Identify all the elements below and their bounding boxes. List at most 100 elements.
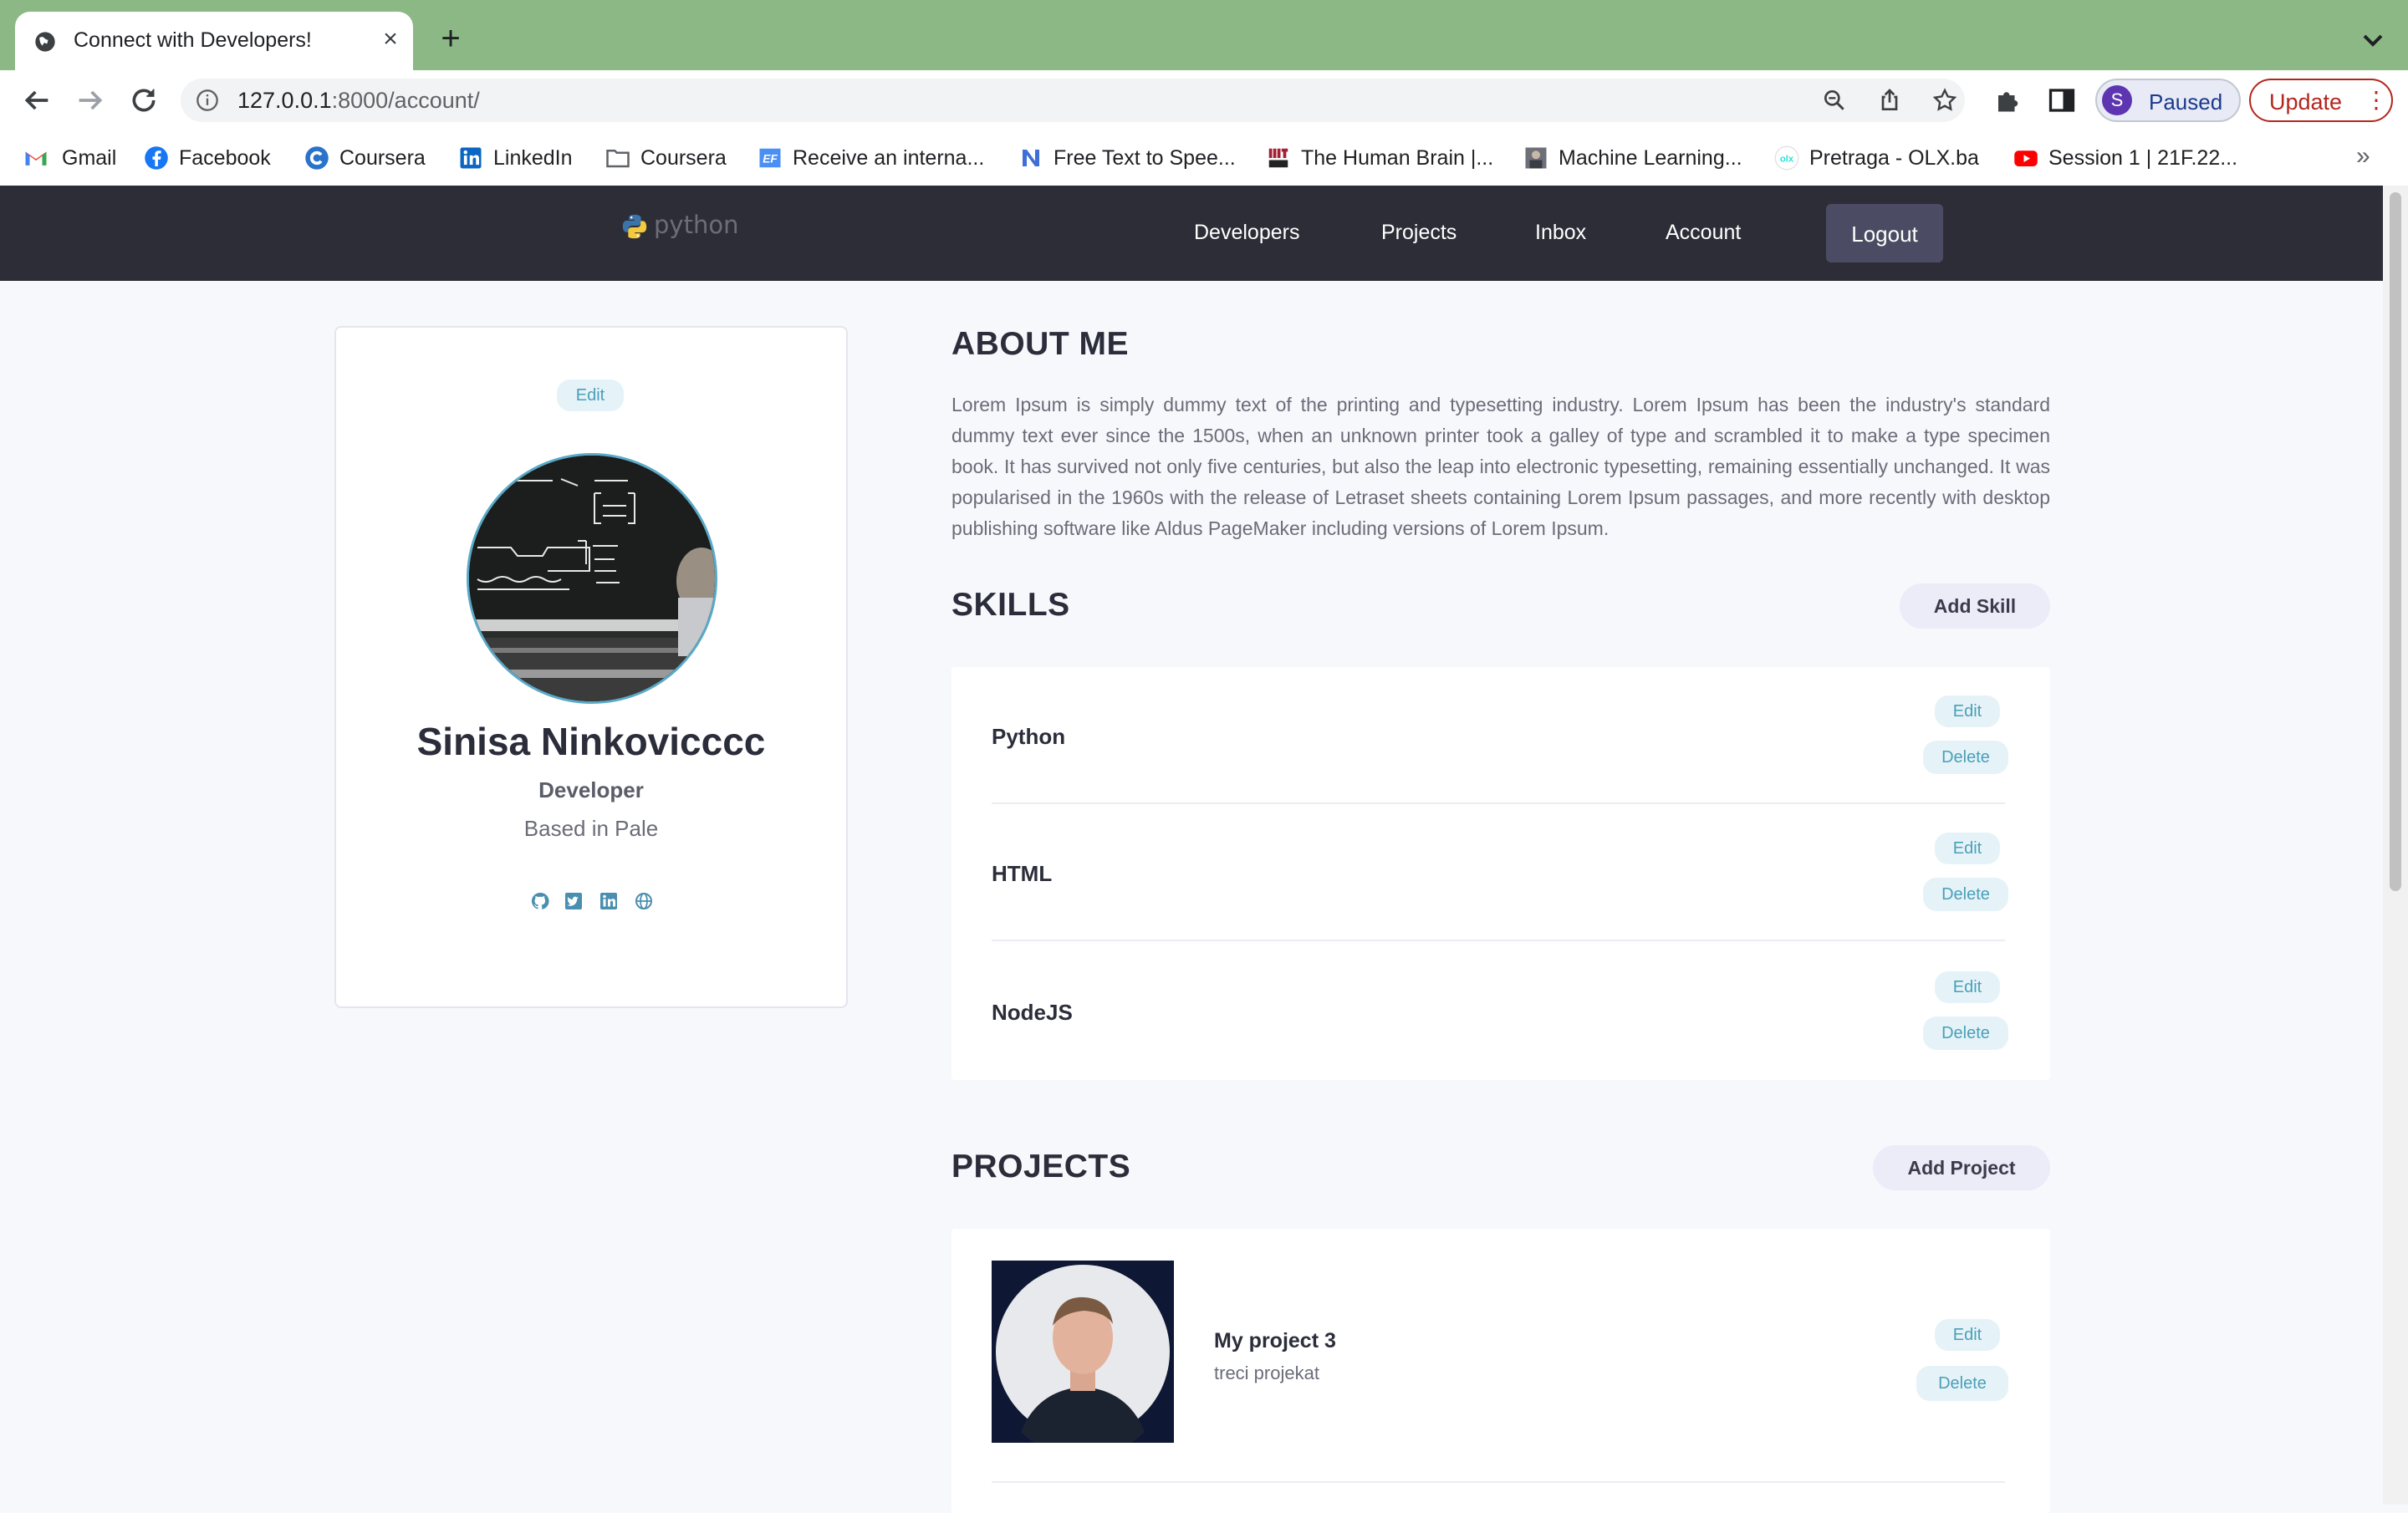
bookmark-label: LinkedIn xyxy=(493,146,573,170)
edit-skill-button[interactable]: Edit xyxy=(1935,833,2000,864)
thumbnail-icon xyxy=(1525,147,1547,169)
bookmark-label: Session 1 | 21F.22... xyxy=(2048,146,2238,170)
bookmark-label: Coursera xyxy=(640,146,727,170)
chevron-down-icon[interactable] xyxy=(2356,23,2390,57)
browser-tab-strip: Connect with Developers! × + xyxy=(0,0,2408,70)
profile-button[interactable]: S Paused xyxy=(2095,79,2241,122)
projects-panel: My project 3 treci projekat Edit Delete xyxy=(951,1229,2050,1513)
scrollbar-thumb[interactable] xyxy=(2390,192,2401,891)
more-bookmarks-icon[interactable]: » xyxy=(2356,142,2370,171)
edit-profile-button[interactable]: Edit xyxy=(557,380,624,411)
new-tab-icon[interactable]: + xyxy=(433,22,468,57)
gmail-icon xyxy=(25,151,47,166)
about-text: Lorem Ipsum is simply dummy text of the … xyxy=(951,394,2050,539)
page-scrollbar[interactable] xyxy=(2383,186,2408,1505)
about-heading: ABOUT ME xyxy=(951,326,1129,362)
delete-skill-button[interactable]: Delete xyxy=(1923,741,2008,774)
kebab-menu-icon[interactable]: ⋮ xyxy=(2365,87,2388,114)
browser-tab[interactable]: Connect with Developers! × xyxy=(15,12,413,70)
website-icon[interactable] xyxy=(634,891,654,911)
youtube-icon xyxy=(2014,150,2038,166)
reload-icon[interactable] xyxy=(127,84,161,117)
folder-icon xyxy=(606,150,630,168)
add-skill-button[interactable]: Add Skill xyxy=(1900,583,2050,629)
update-label: Update xyxy=(2269,89,2343,115)
mit-ocw-icon xyxy=(1268,147,1289,169)
profile-role: Developer xyxy=(538,777,644,802)
skill-name: Python xyxy=(992,724,1066,749)
profile-photo xyxy=(469,456,715,701)
project-description: treci projekat xyxy=(1214,1363,1319,1383)
url-path: :8000/account/ xyxy=(331,88,480,113)
avatar: S xyxy=(2102,85,2132,115)
divider xyxy=(992,802,2005,804)
linkedin-icon[interactable] xyxy=(599,891,619,911)
divider xyxy=(992,940,2005,941)
back-icon[interactable] xyxy=(20,84,54,117)
coursera-icon xyxy=(305,146,329,170)
browser-toolbar: 127.0.0.1:8000/account/ S Paused Update … xyxy=(0,70,2408,130)
edit-skill-button[interactable]: Edit xyxy=(1935,695,2000,727)
logout-button[interactable]: Logout xyxy=(1826,204,1943,262)
projects-heading: PROJECTS xyxy=(951,1149,1131,1184)
profile-name: Sinisa Ninkovicccc xyxy=(416,720,766,763)
update-button[interactable]: Update ⋮ xyxy=(2249,79,2393,122)
ef-icon: EF xyxy=(759,148,781,168)
linkedin-icon xyxy=(460,147,482,169)
bookmark-label: Receive an interna... xyxy=(793,146,985,170)
nav-inbox[interactable]: Inbox xyxy=(1535,221,1586,245)
project-thumbnail[interactable] xyxy=(992,1261,1174,1443)
skill-name: HTML xyxy=(992,861,1053,886)
url-host: 127.0.0.1 xyxy=(237,88,332,113)
twitter-icon[interactable] xyxy=(564,891,584,911)
bookmark-label: Free Text to Spee... xyxy=(1054,146,1236,170)
extensions-icon[interactable] xyxy=(1993,85,2023,115)
project-title[interactable]: My project 3 xyxy=(1214,1329,1336,1353)
divider xyxy=(992,1481,2005,1483)
profile-status: Paused xyxy=(2149,89,2223,115)
address-bar[interactable]: 127.0.0.1:8000/account/ xyxy=(181,79,1965,122)
nav-projects[interactable]: Projects xyxy=(1381,221,1457,245)
site-logo[interactable]: python xyxy=(620,209,739,242)
python-logo-icon xyxy=(622,214,647,239)
globe-icon xyxy=(35,32,55,52)
bookmark-label: Coursera xyxy=(339,146,426,170)
url-text[interactable]: 127.0.0.1:8000/account/ xyxy=(237,88,480,114)
logout-label: Logout xyxy=(1851,222,1918,247)
forward-icon[interactable] xyxy=(74,84,107,117)
bookmark-label: Gmail xyxy=(62,146,117,170)
profile-location: Based in Pale xyxy=(523,816,659,841)
tab-title: Connect with Developers! xyxy=(74,28,312,52)
logo-text: python xyxy=(654,211,739,239)
delete-skill-button[interactable]: Delete xyxy=(1923,878,2008,911)
bookmark-label: Facebook xyxy=(179,146,271,170)
olx-icon: olx xyxy=(1774,145,1799,171)
nav-developers[interactable]: Developers xyxy=(1194,221,1299,245)
n-icon xyxy=(1023,150,1039,166)
github-icon[interactable] xyxy=(530,891,550,911)
bookmark-label: Pretraga - OLX.ba xyxy=(1809,146,1979,170)
bookmark-label: The Human Brain |... xyxy=(1301,146,1494,170)
bookmark-star-icon[interactable] xyxy=(1931,87,1958,114)
profile-card: Edit Sinisa Ninkovicccc Developer Based … xyxy=(334,326,848,1008)
side-panel-icon[interactable] xyxy=(2047,85,2077,115)
delete-skill-button[interactable]: Delete xyxy=(1923,1016,2008,1050)
zoom-icon[interactable] xyxy=(1821,87,1848,114)
site-navbar: python Developers Projects Inbox Account… xyxy=(0,186,2383,281)
bookmarks-bar: Gmail Facebook Coursera LinkedIn Courser… xyxy=(0,130,2408,186)
nav-account[interactable]: Account xyxy=(1666,221,1741,245)
skill-name: NodeJS xyxy=(992,1000,1073,1025)
share-icon[interactable] xyxy=(1876,87,1903,114)
info-icon[interactable] xyxy=(196,89,219,112)
skills-heading: SKILLS xyxy=(951,587,1070,623)
project-photo xyxy=(992,1261,1174,1443)
bookmark-label: Machine Learning... xyxy=(1559,146,1742,170)
delete-project-button[interactable]: Delete xyxy=(1916,1366,2008,1401)
close-tab-icon[interactable]: × xyxy=(376,25,405,53)
edit-skill-button[interactable]: Edit xyxy=(1935,971,2000,1003)
add-project-button[interactable]: Add Project xyxy=(1873,1145,2050,1190)
skills-panel: Python Edit Delete HTML Edit Delete Node… xyxy=(951,667,2050,1080)
svg-text:EF: EF xyxy=(763,153,778,166)
edit-project-button[interactable]: Edit xyxy=(1935,1319,2000,1351)
avatar xyxy=(467,453,717,704)
